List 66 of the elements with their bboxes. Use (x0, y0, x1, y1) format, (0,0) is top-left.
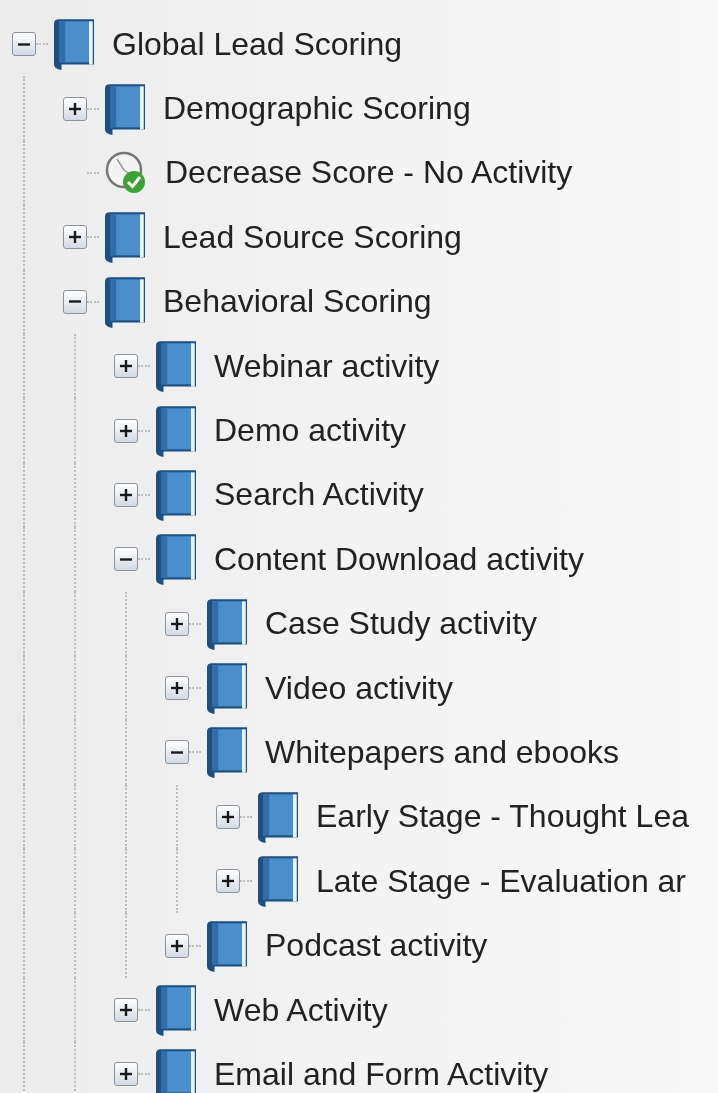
book-icon (258, 789, 298, 844)
tree-item-label[interactable]: Web Activity (214, 991, 388, 1029)
expand-toggle[interactable] (12, 32, 36, 57)
tree-item-label[interactable]: Late Stage - Evaluation ar (316, 862, 686, 900)
tree-item-label[interactable]: Global Lead Scoring (112, 25, 402, 63)
tree-item-label[interactable]: Demo activity (214, 412, 407, 450)
expand-toggle[interactable] (63, 289, 87, 314)
plus-icon (170, 616, 184, 631)
expand-toggle[interactable] (165, 611, 189, 636)
tree-item-label[interactable]: Podcast activity (265, 927, 488, 965)
tree-item-label[interactable]: Demographic Scoring (163, 90, 471, 128)
tree-item-label[interactable]: Email and Form Activity (214, 1055, 549, 1093)
book-icon (156, 983, 196, 1038)
expand-toggle[interactable] (165, 933, 189, 958)
book-icon (156, 532, 196, 587)
expand-toggle[interactable] (165, 740, 189, 765)
book-icon (156, 339, 196, 394)
expand-toggle[interactable] (114, 418, 138, 443)
tree-item-label[interactable]: Webinar activity (214, 347, 440, 385)
expand-toggle[interactable] (165, 676, 189, 701)
book-icon (258, 854, 298, 909)
book-icon (156, 403, 196, 458)
tree-item-label[interactable]: Video activity (265, 669, 453, 707)
expand-toggle[interactable] (114, 547, 138, 572)
expand-toggle[interactable] (63, 225, 87, 250)
minus-icon (17, 42, 31, 46)
book-icon (105, 81, 145, 136)
tree-item-label[interactable]: Whitepapers and ebooks (265, 734, 619, 771)
tree-item-label[interactable]: Early Stage - Thought Lea (316, 798, 689, 836)
minus-icon (170, 751, 184, 754)
clock-check-icon (105, 150, 147, 195)
minus-icon (119, 557, 133, 561)
book-icon (207, 725, 247, 780)
book-icon (156, 1047, 196, 1093)
plus-icon (68, 230, 82, 245)
tree-item-label[interactable]: Behavioral Scoring (163, 283, 432, 321)
expand-toggle[interactable] (114, 482, 138, 507)
book-icon (207, 918, 247, 973)
book-icon (105, 210, 145, 265)
tree-item-label[interactable]: Decrease Score - No Activity (165, 154, 573, 192)
plus-icon (119, 487, 133, 502)
tree-item-label[interactable]: Search Activity (214, 476, 424, 514)
plus-icon (221, 874, 235, 889)
plus-icon (170, 938, 184, 953)
book-icon (105, 274, 145, 329)
book-icon (54, 17, 94, 72)
plus-icon (119, 1003, 133, 1018)
tree-item-label[interactable]: Case Study activity (265, 605, 538, 643)
plus-icon (119, 423, 133, 438)
plus-icon (119, 1067, 133, 1082)
plus-icon (221, 809, 235, 824)
expand-toggle[interactable] (114, 1062, 138, 1087)
expand-toggle[interactable] (114, 998, 138, 1023)
tree-item-label[interactable]: Content Download activity (214, 540, 584, 578)
book-icon (156, 467, 196, 522)
plus-icon (170, 681, 184, 696)
expand-toggle[interactable] (216, 869, 240, 894)
expand-toggle[interactable] (114, 354, 138, 379)
plus-icon (119, 359, 133, 374)
plus-icon (68, 101, 82, 116)
book-icon (207, 596, 247, 651)
minus-icon (68, 300, 82, 304)
book-icon (207, 661, 247, 716)
expand-toggle[interactable] (63, 96, 87, 121)
tree-item-label[interactable]: Lead Source Scoring (163, 218, 462, 256)
expand-toggle[interactable] (216, 804, 240, 829)
